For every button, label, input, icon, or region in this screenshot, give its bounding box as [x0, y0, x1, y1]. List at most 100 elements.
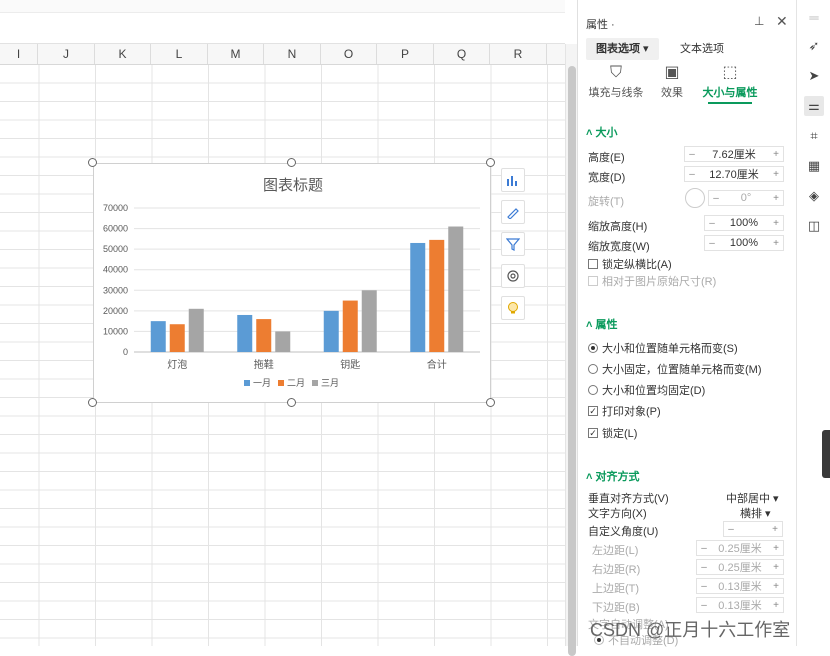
resize-handle-top-left[interactable]	[88, 158, 97, 167]
right-margin-value[interactable]: 0.25厘米	[711, 559, 769, 575]
width-spinner[interactable]: –12.70厘米 +	[684, 166, 784, 182]
lock-ratio-checkbox[interactable]: 锁定纵横比(A)	[588, 256, 672, 272]
radio-fixed[interactable]: 大小和位置均固定(D)	[588, 382, 705, 398]
resize-handle-bottom-right[interactable]	[486, 398, 495, 407]
radio-fixed-label: 大小和位置均固定(D)	[602, 385, 706, 397]
height-value[interactable]: 7.62厘米	[699, 146, 769, 162]
book-icon[interactable]: ◫	[804, 216, 824, 236]
legend-swatch	[244, 380, 250, 386]
resize-handle-top[interactable]	[287, 158, 296, 167]
effects-icon: ▣	[664, 64, 680, 81]
column-header-K[interactable]: K	[95, 44, 151, 64]
bar	[361, 290, 377, 352]
spreadsheet-area[interactable]: I J K L M N O P Q R 图表标题 70000 60000 50000…	[0, 0, 565, 646]
frame-icon[interactable]: ⌗	[804, 126, 824, 146]
radio-move-size-with-cells[interactable]: 大小和位置随单元格而变(S)	[588, 340, 738, 356]
rotate-spinner[interactable]: –0° +	[708, 190, 784, 206]
chart-elements-icon[interactable]	[501, 168, 525, 192]
relative-original-label: 相对于图片原始尺寸(R)	[602, 276, 717, 288]
custom-angle-spinner[interactable]: – +	[723, 521, 783, 537]
property-sliders-icon[interactable]: ⚌	[804, 96, 824, 116]
scale-width-value[interactable]: 100%	[719, 237, 769, 249]
top-toolbar-strip	[0, 0, 565, 13]
legend-label: 二月	[287, 378, 305, 389]
scale-height-spinner[interactable]: –100% +	[704, 215, 784, 231]
bar	[410, 242, 426, 352]
chart-style-icon[interactable]	[501, 200, 525, 224]
column-header-O[interactable]: O	[321, 44, 377, 64]
rotate-dial[interactable]	[685, 188, 705, 208]
tab-text-options[interactable]: 文本选项	[680, 38, 724, 60]
watermark: CSDN @正月十六工作室	[590, 620, 791, 640]
radio-off	[588, 385, 598, 395]
column-header-P[interactable]: P	[377, 44, 434, 64]
subtab-fill-line[interactable]: ⛉ 填充与线条	[584, 62, 648, 100]
resize-handle-top-right[interactable]	[486, 158, 495, 167]
scale-width-label: 缩放宽度(W)	[588, 241, 650, 253]
valign-dropdown[interactable]: 中部居中 ▾	[726, 490, 779, 506]
column-header-R[interactable]: R	[490, 44, 547, 64]
side-drawer-handle[interactable]	[822, 430, 830, 478]
radio-move-with-cells[interactable]: 大小固定，位置随单元格而变(M)	[588, 361, 762, 377]
column-header-N[interactable]: N	[264, 44, 321, 64]
subtab-fill-line-label: 填充与线条	[588, 87, 644, 99]
bar	[237, 314, 253, 352]
text-direction-dropdown[interactable]: 横排 ▾	[740, 505, 771, 521]
legend-swatch	[312, 380, 318, 386]
section-size-label: 大小	[595, 127, 618, 139]
section-size[interactable]: ˄ 大小	[586, 124, 617, 140]
top-margin-value[interactable]: 0.13厘米	[711, 578, 769, 594]
column-header-M[interactable]: M	[208, 44, 264, 64]
subtab-effects[interactable]: ▣ 效果	[640, 62, 704, 100]
resize-handle-bottom[interactable]	[287, 398, 296, 407]
print-object-label: 打印对象(P)	[602, 406, 661, 418]
rotate-value[interactable]: 0°	[723, 192, 769, 204]
radio-move-with-cells-label: 大小固定，位置随单元格而变(M)	[602, 364, 762, 376]
scale-width-spinner[interactable]: –100% +	[704, 235, 784, 251]
section-alignment[interactable]: ˄ 对齐方式	[586, 468, 639, 484]
height-spinner[interactable]: –7.62厘米 +	[684, 146, 784, 162]
column-header-I[interactable]: I	[0, 44, 38, 64]
left-margin-spinner[interactable]: –0.25厘米 +	[696, 540, 784, 556]
right-margin-label: 右边距(R)	[592, 564, 641, 576]
scrollbar-thumb[interactable]	[568, 66, 576, 656]
right-margin-spinner[interactable]: –0.25厘米 +	[696, 559, 784, 575]
print-object-checkbox[interactable]: ✓ 打印对象(P)	[588, 403, 661, 419]
x-tick-label: 钥匙	[340, 358, 360, 371]
locked-checkbox[interactable]: ✓ 锁定(L)	[588, 425, 637, 441]
relative-original-checkbox[interactable]: 相对于图片原始尺寸(R)	[588, 273, 716, 289]
top-margin-spinner[interactable]: –0.13厘米 +	[696, 578, 784, 594]
valign-value: 中部居中	[726, 493, 770, 505]
resize-handle-bottom-left[interactable]	[88, 398, 97, 407]
bottom-margin-spinner[interactable]: –0.13厘米 +	[696, 597, 784, 613]
rotate-label: 旋转(T)	[588, 196, 625, 208]
bar	[448, 226, 464, 352]
tab-chart-options[interactable]: 图表选项 ▾	[586, 38, 659, 60]
select-cursor-icon[interactable]: ➤	[804, 66, 824, 86]
y-tick-label: 0	[123, 347, 128, 357]
location-icon[interactable]: ◈	[804, 186, 824, 206]
section-properties[interactable]: ˄ 属性	[586, 316, 617, 332]
bottom-margin-value[interactable]: 0.13厘米	[711, 597, 769, 613]
column-header-J[interactable]: J	[38, 44, 95, 64]
valign-label: 垂直对齐方式(V)	[588, 493, 669, 505]
chart-plot: 70000 60000 50000 40000 30000 20000 10000 0 灯泡 拖鞋…	[103, 203, 480, 389]
width-value[interactable]: 12.70厘米	[699, 166, 769, 182]
pin-icon[interactable]: ⊥	[754, 14, 764, 28]
left-margin-value[interactable]: 0.25厘米	[711, 540, 769, 556]
panel-title[interactable]: 属性 ·	[586, 16, 615, 32]
image-settings-icon[interactable]: ▦	[804, 156, 824, 176]
chart-filter-icon[interactable]	[501, 232, 525, 256]
chart-settings-icon[interactable]	[501, 264, 525, 288]
formula-bar[interactable]	[0, 13, 565, 44]
chart-idea-icon[interactable]	[501, 296, 525, 320]
column-header[interactable]: I J K L M N O P Q R	[0, 44, 565, 65]
y-tick-label: 60000	[103, 224, 128, 234]
column-header-Q[interactable]: Q	[434, 44, 490, 64]
scale-height-value[interactable]: 100%	[719, 217, 769, 229]
subtab-size-properties[interactable]: ⬚ 大小与属性	[698, 62, 762, 104]
rocket-icon[interactable]: ➶	[804, 36, 824, 56]
close-icon[interactable]: ✕	[776, 13, 788, 30]
column-header-L[interactable]: L	[151, 44, 208, 64]
chart-object[interactable]: 图表标题 70000 60000 50000 40000 30000 20000 10000…	[93, 163, 491, 403]
